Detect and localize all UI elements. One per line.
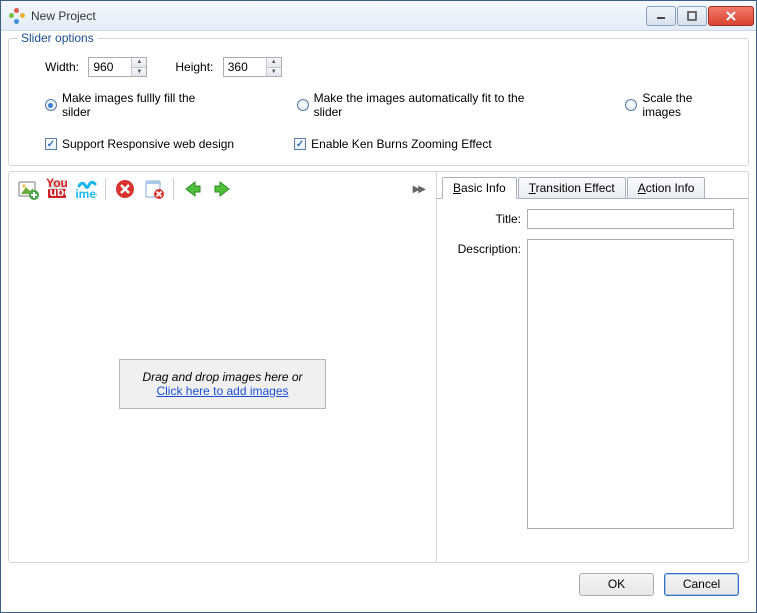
width-up[interactable]: ▲ bbox=[132, 58, 146, 68]
tab-strip: Basic Info Transition Effect Action Info bbox=[437, 172, 748, 198]
height-input[interactable] bbox=[224, 58, 266, 76]
properties-pane: Basic Info Transition Effect Action Info… bbox=[437, 172, 748, 562]
radio-dot-icon bbox=[625, 99, 637, 111]
vimeo-icon: vimeo bbox=[75, 178, 97, 200]
clear-list-button[interactable] bbox=[141, 176, 167, 202]
window-controls bbox=[646, 6, 754, 26]
height-down[interactable]: ▼ bbox=[267, 68, 281, 77]
check-responsive[interactable]: ✓Support Responsive web design bbox=[45, 137, 234, 151]
radio-dot-icon bbox=[297, 99, 309, 111]
slider-options-group: Slider options Width: ▲▼ Height: ▲▼ bbox=[8, 38, 749, 166]
image-list-pane: YouTube vimeo bbox=[9, 172, 437, 562]
client-area: Slider options Width: ▲▼ Height: ▲▼ bbox=[1, 31, 756, 612]
image-toolbar: YouTube vimeo bbox=[9, 172, 436, 206]
radio-fill[interactable]: Make images fullly fill the silder bbox=[45, 91, 227, 119]
add-images-link[interactable]: Click here to add images bbox=[156, 384, 288, 398]
dropzone-area[interactable]: Drag and drop images here or Click here … bbox=[9, 206, 436, 562]
check-kenburns[interactable]: ✓Enable Ken Burns Zooming Effect bbox=[294, 137, 492, 151]
add-image-icon bbox=[17, 178, 39, 200]
separator bbox=[105, 178, 106, 200]
tab-action-info[interactable]: Action Info bbox=[627, 177, 706, 198]
app-icon bbox=[9, 8, 25, 24]
delete-button[interactable] bbox=[112, 176, 138, 202]
add-youtube-button[interactable]: YouTube bbox=[44, 176, 70, 202]
middle-panel: YouTube vimeo bbox=[8, 171, 749, 563]
width-input[interactable] bbox=[89, 58, 131, 76]
move-right-button[interactable] bbox=[209, 176, 235, 202]
tab-body: Title: Description: bbox=[437, 198, 748, 562]
window: New Project Slider options Width: ▲▼ Hei… bbox=[0, 0, 757, 613]
close-button[interactable] bbox=[708, 6, 754, 26]
window-title: New Project bbox=[31, 9, 646, 23]
options-row: ✓Support Responsive web design ✓Enable K… bbox=[45, 137, 734, 151]
width-label: Width: bbox=[45, 60, 79, 74]
description-label: Description: bbox=[451, 239, 521, 256]
description-row: Description: bbox=[451, 239, 734, 529]
description-textarea[interactable] bbox=[527, 239, 734, 529]
radio-autofit[interactable]: Make the images automatically fit to the… bbox=[297, 91, 556, 119]
title-input[interactable] bbox=[527, 209, 734, 229]
separator bbox=[173, 178, 174, 200]
maximize-button[interactable] bbox=[677, 6, 707, 26]
bottom-bar: OK Cancel bbox=[8, 563, 749, 605]
radio-scale[interactable]: Scale the images bbox=[625, 91, 734, 119]
checkmark-icon: ✓ bbox=[294, 138, 306, 150]
arrow-right-icon bbox=[212, 179, 232, 199]
delete-icon bbox=[115, 179, 135, 199]
title-row: Title: bbox=[451, 209, 734, 229]
slider-options-legend: Slider options bbox=[17, 31, 98, 45]
cancel-button[interactable]: Cancel bbox=[664, 573, 739, 596]
title-label: Title: bbox=[451, 209, 521, 226]
add-vimeo-button[interactable]: vimeo bbox=[73, 176, 99, 202]
dimension-row: Width: ▲▼ Height: ▲▼ bbox=[45, 57, 734, 77]
overflow-chevron-icon[interactable]: ▶▶ bbox=[413, 184, 424, 195]
height-up[interactable]: ▲ bbox=[267, 58, 281, 68]
checkmark-icon: ✓ bbox=[45, 138, 57, 150]
ok-button[interactable]: OK bbox=[579, 573, 654, 596]
dropzone-text: Drag and drop images here or bbox=[142, 370, 302, 384]
titlebar: New Project bbox=[1, 1, 756, 31]
arrow-left-icon bbox=[183, 179, 203, 199]
add-image-button[interactable] bbox=[15, 176, 41, 202]
height-label: Height: bbox=[175, 60, 213, 74]
width-spinner[interactable]: ▲▼ bbox=[88, 57, 147, 77]
clear-list-icon bbox=[143, 178, 165, 200]
tab-transition-effect[interactable]: Transition Effect bbox=[518, 177, 626, 198]
radio-dot-icon bbox=[45, 99, 57, 111]
minimize-button[interactable] bbox=[646, 6, 676, 26]
fit-mode-row: Make images fullly fill the silder Make … bbox=[45, 91, 734, 119]
move-left-button[interactable] bbox=[180, 176, 206, 202]
tab-basic-info[interactable]: Basic Info bbox=[442, 177, 517, 199]
svg-text:Tube: Tube bbox=[46, 185, 68, 199]
dropzone: Drag and drop images here or Click here … bbox=[119, 359, 325, 409]
height-spinner[interactable]: ▲▼ bbox=[223, 57, 282, 77]
youtube-icon: YouTube bbox=[46, 178, 68, 200]
svg-text:vimeo: vimeo bbox=[75, 187, 97, 200]
width-down[interactable]: ▼ bbox=[132, 68, 146, 77]
